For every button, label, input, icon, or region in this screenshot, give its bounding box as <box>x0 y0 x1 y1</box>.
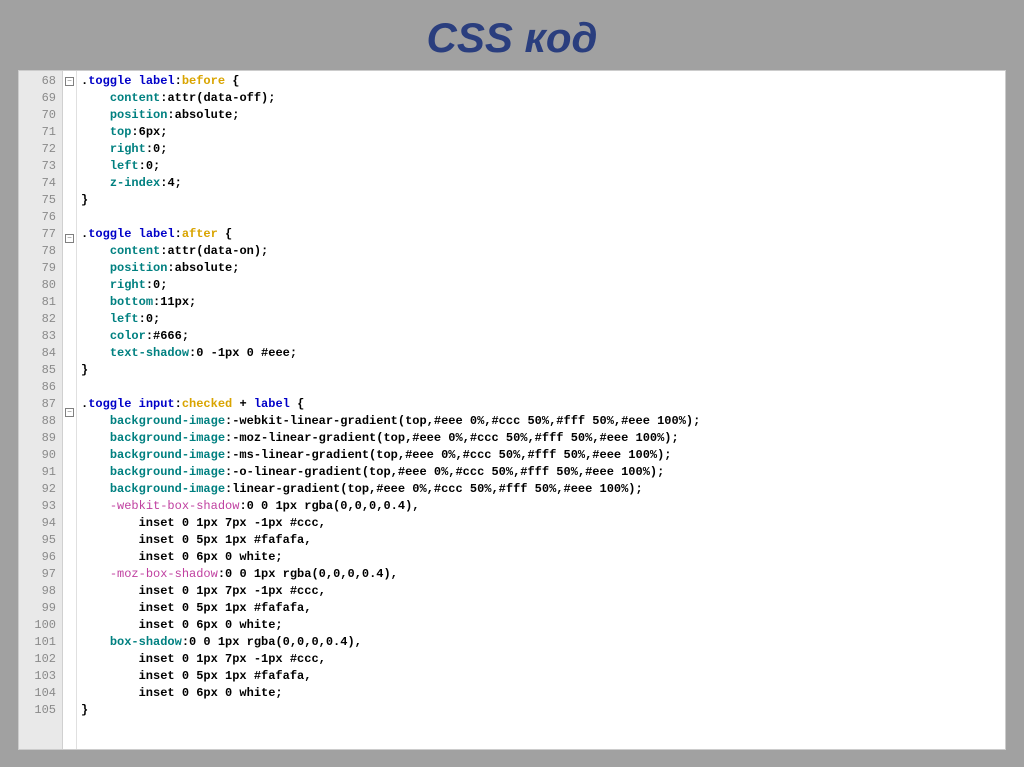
line-number: 93 <box>19 498 56 515</box>
line-number: 77 <box>19 226 56 243</box>
line-number: 88 <box>19 413 56 430</box>
line-number: 71 <box>19 124 56 141</box>
line-number: 105 <box>19 702 56 719</box>
code-line[interactable] <box>81 379 1005 396</box>
line-number: 92 <box>19 481 56 498</box>
code-line[interactable]: inset 0 1px 7px -1px #ccc, <box>81 583 1005 600</box>
line-number: 97 <box>19 566 56 583</box>
line-number: 75 <box>19 192 56 209</box>
line-number: 80 <box>19 277 56 294</box>
code-line[interactable]: top:6px; <box>81 124 1005 141</box>
code-line[interactable]: left:0; <box>81 158 1005 175</box>
line-number: 78 <box>19 243 56 260</box>
fold-toggle-icon[interactable]: − <box>65 77 74 86</box>
code-editor: 6869707172737475767778798081828384858687… <box>18 70 1006 750</box>
fold-column: − − − <box>63 71 77 749</box>
code-line[interactable]: } <box>81 362 1005 379</box>
line-number: 79 <box>19 260 56 277</box>
line-number: 104 <box>19 685 56 702</box>
code-line[interactable]: right:0; <box>81 277 1005 294</box>
line-number: 87 <box>19 396 56 413</box>
code-line[interactable]: -moz-box-shadow:0 0 1px rgba(0,0,0,0.4), <box>81 566 1005 583</box>
code-line[interactable]: inset 0 6px 0 white; <box>81 617 1005 634</box>
code-line[interactable]: bottom:11px; <box>81 294 1005 311</box>
code-line[interactable]: } <box>81 192 1005 209</box>
code-line[interactable] <box>81 209 1005 226</box>
code-line[interactable]: background-image:-ms-linear-gradient(top… <box>81 447 1005 464</box>
line-number: 96 <box>19 549 56 566</box>
fold-toggle-icon[interactable]: − <box>65 234 74 243</box>
line-number: 94 <box>19 515 56 532</box>
code-line[interactable]: inset 0 5px 1px #fafafa, <box>81 532 1005 549</box>
code-line[interactable]: right:0; <box>81 141 1005 158</box>
code-line[interactable]: .toggle label:before { <box>81 73 1005 90</box>
line-number: 90 <box>19 447 56 464</box>
line-number: 102 <box>19 651 56 668</box>
code-line[interactable]: left:0; <box>81 311 1005 328</box>
code-line[interactable]: } <box>81 702 1005 719</box>
line-number: 91 <box>19 464 56 481</box>
code-line[interactable]: text-shadow:0 -1px 0 #eee; <box>81 345 1005 362</box>
line-number: 82 <box>19 311 56 328</box>
code-line[interactable]: position:absolute; <box>81 260 1005 277</box>
line-number: 70 <box>19 107 56 124</box>
line-number: 85 <box>19 362 56 379</box>
line-number: 73 <box>19 158 56 175</box>
code-line[interactable]: background-image:-moz-linear-gradient(to… <box>81 430 1005 447</box>
line-number: 99 <box>19 600 56 617</box>
code-line[interactable]: background-image:linear-gradient(top,#ee… <box>81 481 1005 498</box>
line-number: 81 <box>19 294 56 311</box>
line-number: 74 <box>19 175 56 192</box>
code-line[interactable]: inset 0 6px 0 white; <box>81 685 1005 702</box>
code-line[interactable]: background-image:-webkit-linear-gradient… <box>81 413 1005 430</box>
line-number: 84 <box>19 345 56 362</box>
line-number: 89 <box>19 430 56 447</box>
code-line[interactable]: content:attr(data-on); <box>81 243 1005 260</box>
code-line[interactable]: inset 0 6px 0 white; <box>81 549 1005 566</box>
code-line[interactable]: z-index:4; <box>81 175 1005 192</box>
code-line[interactable]: inset 0 5px 1px #fafafa, <box>81 668 1005 685</box>
code-line[interactable]: background-image:-o-linear-gradient(top,… <box>81 464 1005 481</box>
code-line[interactable]: .toggle input:checked + label { <box>81 396 1005 413</box>
line-number-gutter: 6869707172737475767778798081828384858687… <box>19 71 63 749</box>
code-line[interactable]: .toggle label:after { <box>81 226 1005 243</box>
line-number: 98 <box>19 583 56 600</box>
line-number: 69 <box>19 90 56 107</box>
line-number: 83 <box>19 328 56 345</box>
line-number: 100 <box>19 617 56 634</box>
line-number: 103 <box>19 668 56 685</box>
code-line[interactable]: -webkit-box-shadow:0 0 1px rgba(0,0,0,0.… <box>81 498 1005 515</box>
code-line[interactable]: box-shadow:0 0 1px rgba(0,0,0,0.4), <box>81 634 1005 651</box>
line-number: 68 <box>19 73 56 90</box>
code-line[interactable]: color:#666; <box>81 328 1005 345</box>
fold-toggle-icon[interactable]: − <box>65 408 74 417</box>
code-line[interactable]: inset 0 1px 7px -1px #ccc, <box>81 515 1005 532</box>
code-area[interactable]: .toggle label:before { content:attr(data… <box>77 71 1005 749</box>
code-line[interactable]: content:attr(data-off); <box>81 90 1005 107</box>
slide-title: CSS код <box>0 0 1024 70</box>
code-line[interactable]: position:absolute; <box>81 107 1005 124</box>
code-line[interactable]: inset 0 1px 7px -1px #ccc, <box>81 651 1005 668</box>
line-number: 72 <box>19 141 56 158</box>
line-number: 95 <box>19 532 56 549</box>
line-number: 76 <box>19 209 56 226</box>
line-number: 86 <box>19 379 56 396</box>
line-number: 101 <box>19 634 56 651</box>
code-line[interactable]: inset 0 5px 1px #fafafa, <box>81 600 1005 617</box>
